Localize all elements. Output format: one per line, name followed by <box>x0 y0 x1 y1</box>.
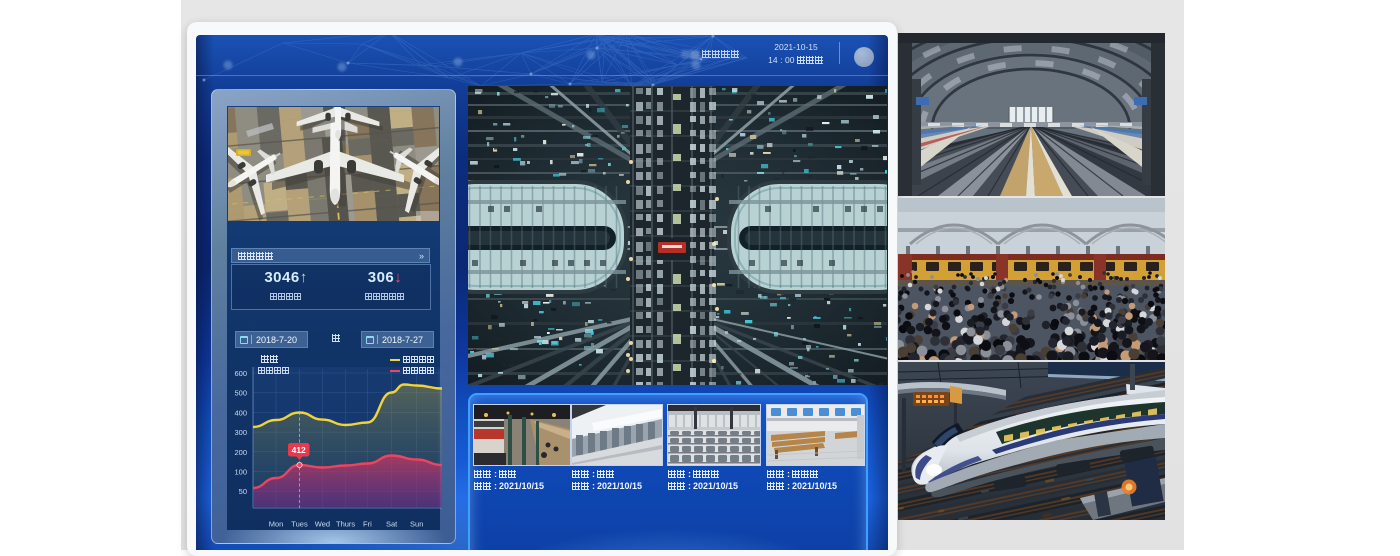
svg-text:Sun: Sun <box>410 520 423 529</box>
svg-text:100: 100 <box>234 468 247 477</box>
svg-text:Thurs: Thurs <box>336 520 355 529</box>
svg-text:Tues: Tues <box>291 520 308 529</box>
svg-text:Fri: Fri <box>363 520 372 529</box>
svg-text:412: 412 <box>292 445 306 455</box>
svg-text:600: 600 <box>234 369 247 378</box>
svg-text:500: 500 <box>234 389 247 398</box>
svg-text:300: 300 <box>234 428 247 437</box>
svg-text:Sat: Sat <box>386 520 398 529</box>
svg-text:200: 200 <box>234 448 247 457</box>
svg-text:400: 400 <box>234 408 247 417</box>
svg-text:Mon: Mon <box>269 520 284 529</box>
svg-text:Wed: Wed <box>315 520 330 529</box>
svg-text:50: 50 <box>239 487 247 496</box>
